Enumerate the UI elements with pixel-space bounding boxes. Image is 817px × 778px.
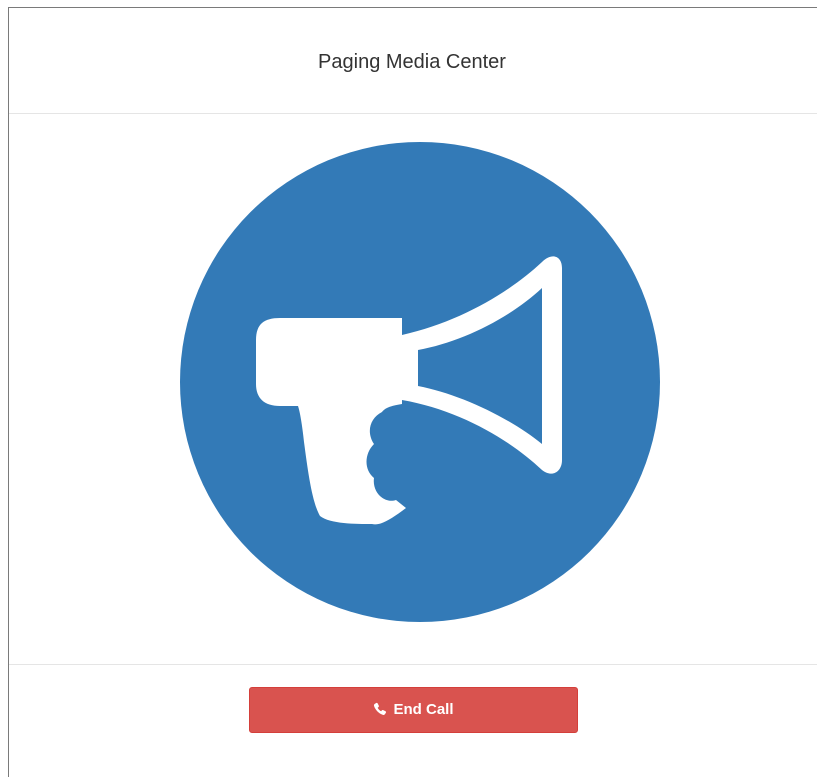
end-call-button[interactable]: End Call bbox=[249, 687, 578, 733]
paging-panel: Paging Media Center End Call bbox=[8, 7, 817, 777]
panel-footer: End Call bbox=[9, 665, 817, 778]
end-call-label: End Call bbox=[393, 700, 454, 718]
phone-icon bbox=[373, 702, 387, 716]
page-title: Paging Media Center bbox=[318, 51, 506, 73]
panel-header: Paging Media Center bbox=[9, 8, 817, 114]
megaphone-icon bbox=[180, 142, 660, 622]
panel-body bbox=[9, 114, 817, 665]
